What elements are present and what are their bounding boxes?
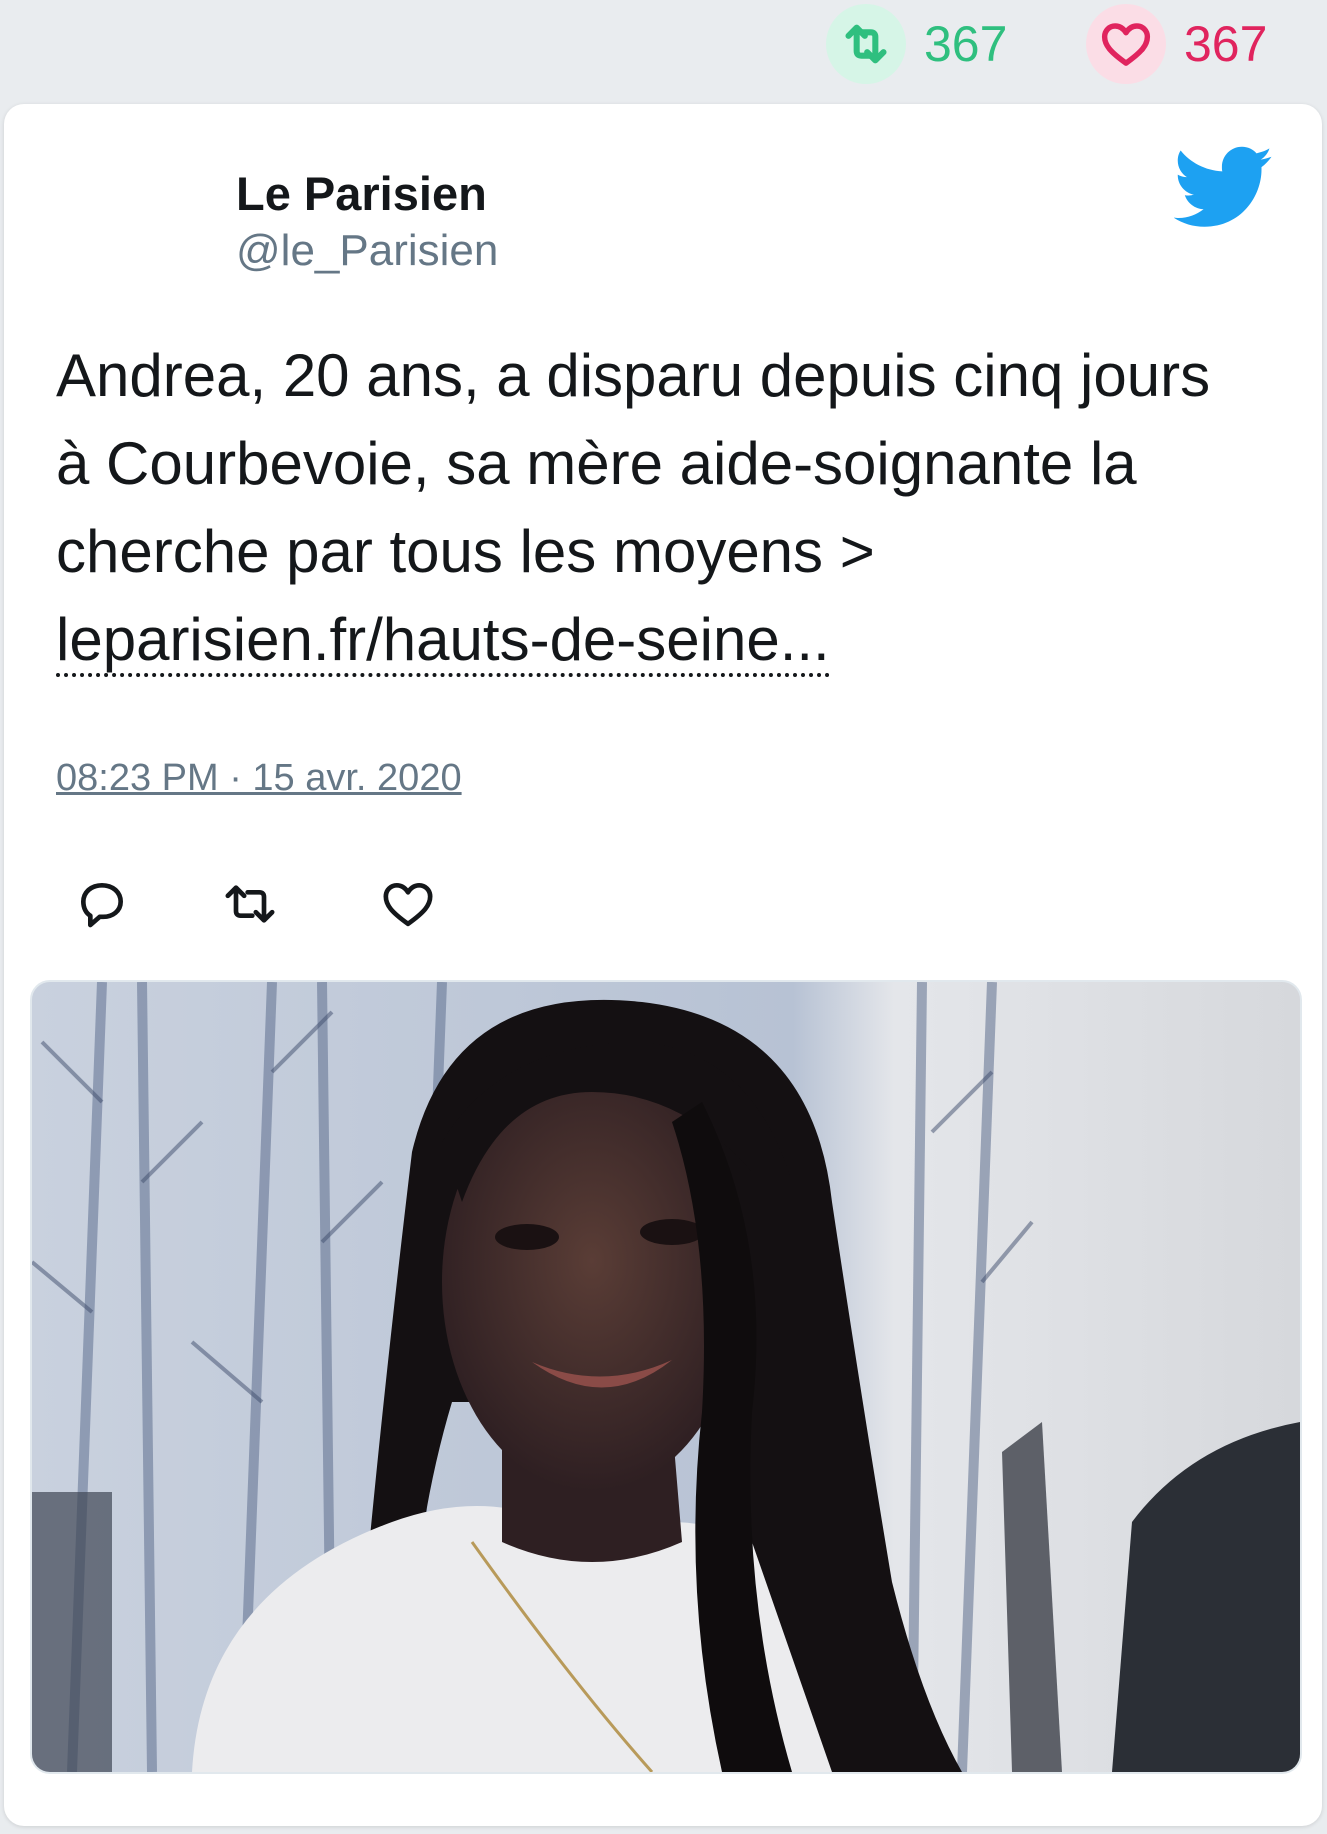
portrait-image (32, 982, 1300, 1772)
tweet-text: Andrea, 20 ans, a disparu depuis cinq jo… (56, 332, 1256, 684)
article-link[interactable]: leparisien.fr/hauts-de-seine... (56, 606, 830, 677)
retweet-icon[interactable] (222, 876, 278, 932)
tweet-card: Le Parisien @le_Parisien Andrea, 20 ans,… (4, 104, 1322, 1826)
like-stat[interactable]: 367 (1086, 4, 1267, 84)
tweet-photo[interactable] (30, 980, 1302, 1774)
retweet-stat-icon (826, 4, 906, 84)
tweet-body: Andrea, 20 ans, a disparu depuis cinq jo… (56, 342, 1211, 585)
retweet-count: 367 (924, 16, 1008, 72)
retweet-stat[interactable]: 367 (826, 4, 1007, 84)
reply-icon[interactable] (74, 876, 130, 932)
like-stat-icon (1086, 4, 1166, 84)
engagement-stats: 367 367 (0, 0, 1327, 96)
tweet-timestamp[interactable]: 08:23 PM · 15 avr. 2020 (56, 756, 462, 802)
like-count: 367 (1184, 16, 1268, 72)
author-name[interactable]: Le Parisien (236, 166, 487, 222)
heart-icon[interactable] (380, 876, 436, 932)
author-handle[interactable]: @le_Parisien (236, 225, 498, 278)
twitter-bird-icon[interactable] (1174, 146, 1274, 230)
